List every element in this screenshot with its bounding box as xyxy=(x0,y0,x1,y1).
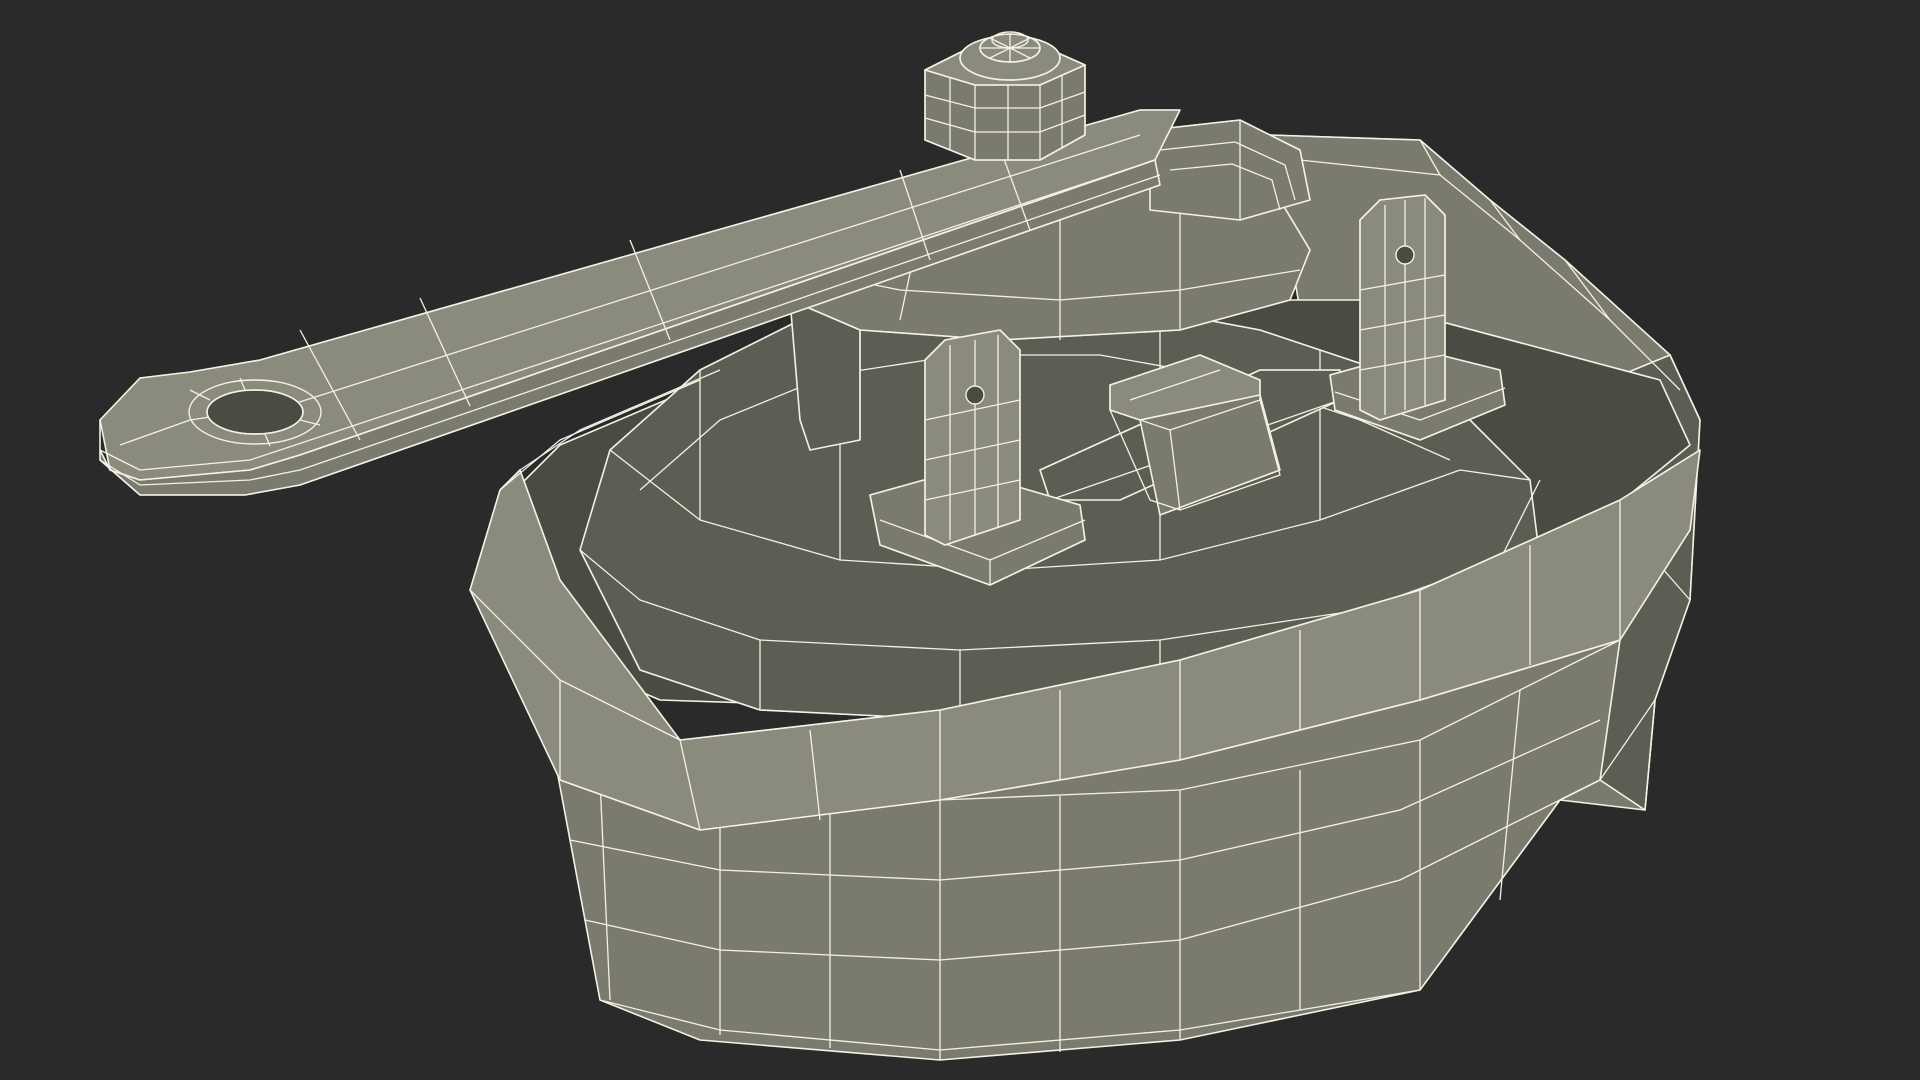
wireframe-viewport xyxy=(0,0,1920,1080)
right-terminal-tab xyxy=(1359,194,1446,421)
left-terminal-tab xyxy=(924,329,1021,546)
horn-wireframe-render xyxy=(0,0,1920,1080)
